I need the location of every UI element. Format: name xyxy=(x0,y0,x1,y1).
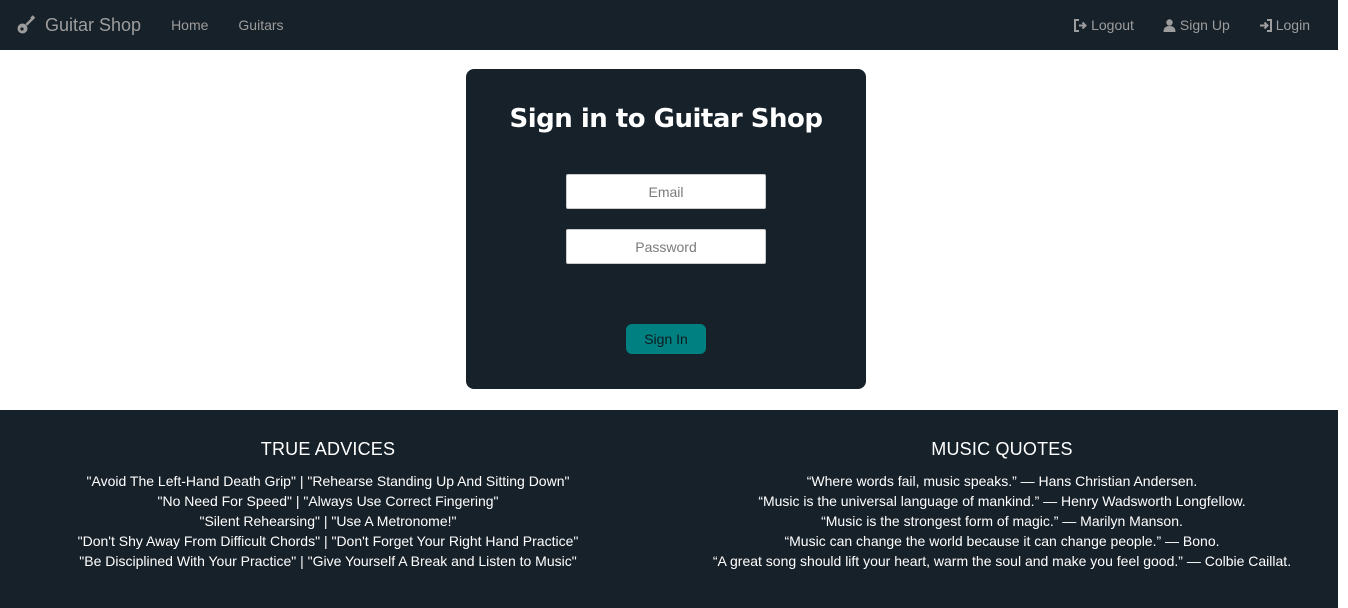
quotes-section: MUSIC QUOTES “Where words fail, music sp… xyxy=(666,410,1338,571)
navbar: Guitar Shop Home Guitars Logout Sign Up xyxy=(0,0,1338,50)
quote-item: “Music is the universal language of mank… xyxy=(758,493,1246,509)
quote-item: “Music is the strongest form of magic.” … xyxy=(821,513,1183,529)
password-field[interactable] xyxy=(566,229,766,264)
advices-section: TRUE ADVICES "Avoid The Left-Hand Death … xyxy=(0,410,656,571)
advice-item: "Silent Rehearsing" | "Use A Metronome!" xyxy=(199,513,457,529)
advice-item: "Avoid The Left-Hand Death Grip" | "Rehe… xyxy=(86,473,570,489)
nav-signup-label: Sign Up xyxy=(1179,17,1230,33)
nav-logout[interactable]: Logout xyxy=(1059,17,1148,33)
brand-label: Guitar Shop xyxy=(45,14,142,35)
advice-item: "Be Disciplined With Your Practice" | "G… xyxy=(79,553,577,569)
logout-icon xyxy=(1073,18,1088,33)
nav-home[interactable]: Home xyxy=(156,17,223,33)
footer: TRUE ADVICES "Avoid The Left-Hand Death … xyxy=(0,410,1338,608)
quotes-title: MUSIC QUOTES xyxy=(931,439,1073,459)
quote-item: “Music can change the world because it c… xyxy=(784,533,1220,549)
advices-title: TRUE ADVICES xyxy=(260,439,396,459)
signin-card: Sign in to Guitar Shop Sign In xyxy=(466,69,866,389)
nav-login-label: Login xyxy=(1275,17,1310,33)
advice-item: "Don't Shy Away From Difficult Chords" |… xyxy=(77,533,579,549)
quotes-list: “Where words fail, music speaks.” — Hans… xyxy=(666,471,1338,571)
email-field[interactable] xyxy=(566,174,766,209)
user-icon xyxy=(1162,18,1177,33)
advices-list: "Avoid The Left-Hand Death Grip" | "Rehe… xyxy=(0,471,656,571)
login-icon xyxy=(1258,18,1273,33)
brand-link[interactable]: Guitar Shop xyxy=(16,15,141,36)
quote-item: “A great song should lift your heart, wa… xyxy=(712,553,1292,569)
guitar-icon xyxy=(16,15,36,35)
nav-signup[interactable]: Sign Up xyxy=(1148,17,1244,33)
advice-item: "No Need For Speed" | "Always Use Correc… xyxy=(157,493,499,509)
signin-button[interactable]: Sign In xyxy=(626,324,706,354)
nav-guitars[interactable]: Guitars xyxy=(223,17,298,33)
nav-login[interactable]: Login xyxy=(1244,17,1324,33)
nav-logout-label: Logout xyxy=(1091,17,1134,33)
quote-item: “Where words fail, music speaks.” — Hans… xyxy=(806,473,1198,489)
signin-title: Sign in to Guitar Shop xyxy=(509,104,823,134)
